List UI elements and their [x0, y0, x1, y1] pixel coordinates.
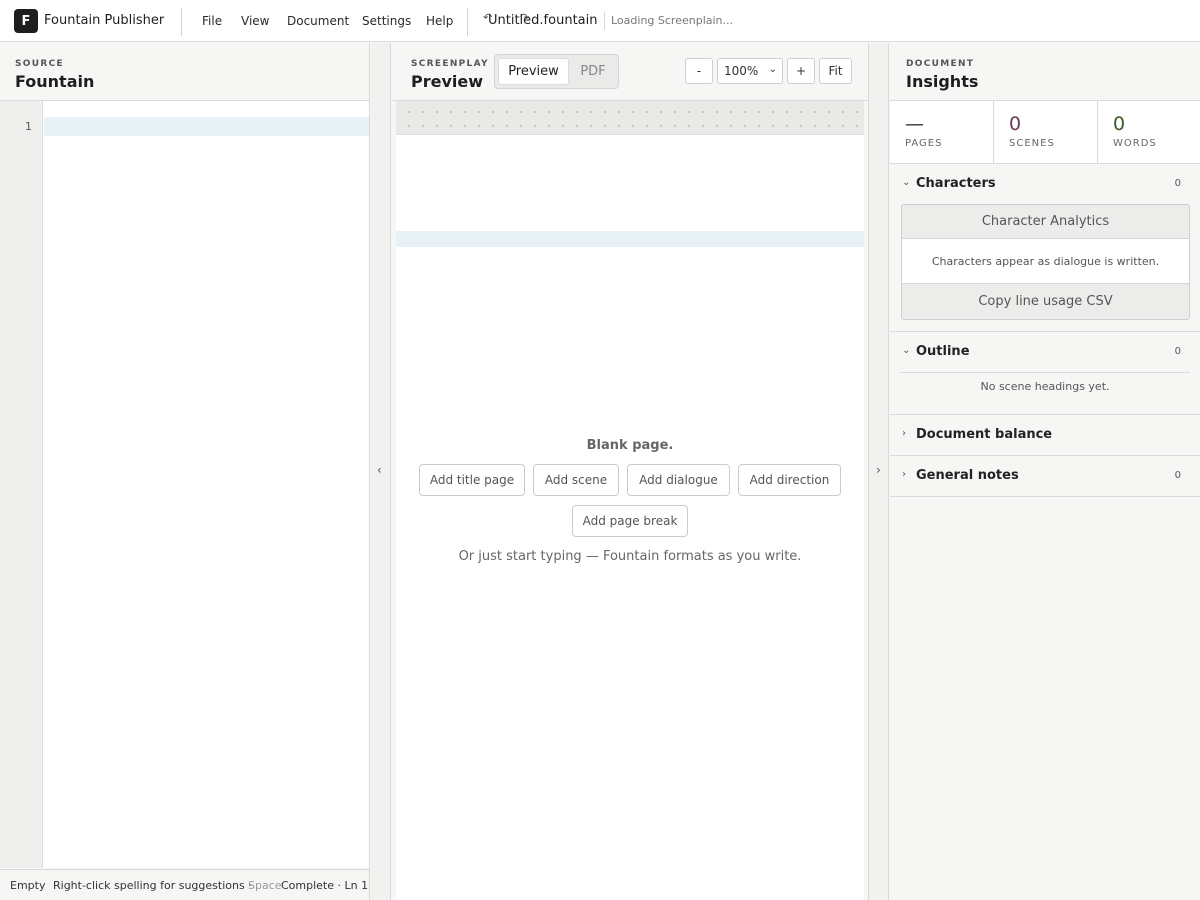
tab-preview[interactable]: Preview — [498, 58, 569, 85]
zoom-out-button[interactable]: - — [685, 58, 713, 84]
general-notes-title: General notes — [916, 468, 1019, 483]
stat-words-value: 0 — [1113, 113, 1126, 135]
fountain-editor[interactable]: 1 — [0, 101, 369, 868]
add-direction-button[interactable]: Add direction — [738, 464, 841, 496]
zoom-value: 100% — [724, 64, 759, 78]
insights-panel: DOCUMENT Insights — PAGES 0 SCENES 0 WOR… — [890, 43, 1200, 900]
section-divider — [890, 496, 1200, 497]
stat-pages-label: PAGES — [905, 138, 943, 149]
zoom-select[interactable]: 100% ⌄ — [717, 58, 783, 84]
menu-divider — [181, 8, 182, 36]
menu-divider — [467, 8, 468, 36]
top-menu-bar: F Fountain Publisher File View Document … — [0, 0, 1200, 42]
menu-view[interactable]: View — [241, 14, 269, 28]
document-balance-title: Document balance — [916, 427, 1053, 442]
stat-pages: — PAGES — [890, 101, 994, 164]
tab-pdf[interactable]: PDF — [571, 58, 615, 85]
stat-scenes-value: 0 — [1009, 113, 1022, 135]
outline-empty-note: No scene headings yet. — [980, 380, 1110, 393]
outline-divider — [901, 372, 1190, 373]
stat-scenes-label: SCENES — [1009, 138, 1055, 149]
line-gutter: 1 — [0, 101, 43, 868]
menu-settings[interactable]: Settings — [362, 14, 411, 28]
chevron-right-icon: › — [902, 428, 906, 439]
status-action: Complete · Ln 1, Col 1 — [281, 879, 369, 892]
chevron-right-icon: › — [902, 469, 906, 480]
characters-section-toggle[interactable]: ⌄ Characters 0 — [890, 164, 1200, 204]
chevron-right-icon[interactable]: › — [876, 463, 881, 477]
collapse-source-handle[interactable]: ‹ — [371, 43, 391, 900]
chevron-down-icon: ⌄ — [902, 345, 911, 356]
app-logo: F — [14, 9, 38, 33]
preview-panel: SCREENPLAY Preview Preview PDF - 100% ⌄ … — [392, 43, 868, 900]
collapse-insights-handle[interactable]: › — [868, 43, 889, 900]
preview-title: Preview — [411, 72, 484, 91]
general-notes-toggle[interactable]: › General notes 0 — [890, 456, 1200, 496]
fit-button[interactable]: Fit — [819, 58, 852, 84]
preview-mode-toggle: Preview PDF — [494, 54, 619, 89]
outline-count: 0 — [1174, 346, 1181, 357]
outline-section-toggle[interactable]: ⌄ Outline 0 — [890, 332, 1200, 372]
character-analytics-button[interactable]: Character Analytics — [902, 205, 1189, 239]
typing-hint: Or just start typing — Fountain formats … — [458, 549, 802, 564]
document-title[interactable]: Untitled.fountain — [488, 13, 597, 28]
source-title: Fountain — [15, 72, 95, 91]
screenplay-page[interactable]: Blank page. Add title page Add scene Add… — [396, 101, 864, 900]
character-analytics-card: Character Analytics Characters appear as… — [901, 204, 1190, 320]
status-key: Space — [248, 879, 282, 892]
outline-title: Outline — [916, 344, 970, 359]
zoom-in-button[interactable]: + — [787, 58, 815, 84]
characters-count: 0 — [1174, 178, 1181, 189]
characters-title: Characters — [916, 176, 996, 191]
add-page-break-button[interactable]: Add page break — [572, 505, 688, 537]
general-notes-count: 0 — [1174, 470, 1181, 481]
stat-pages-value: — — [905, 113, 924, 135]
copy-line-usage-csv-button[interactable]: Copy line usage CSV — [902, 283, 1189, 319]
status-tip: Right-click spelling for suggestions · — [53, 879, 252, 892]
app-name: Fountain Publisher — [44, 13, 165, 28]
characters-note: Characters appear as dialogue is written… — [931, 254, 1160, 268]
source-panel: SOURCE Fountain 1 Empty Right-click spel… — [0, 43, 370, 900]
source-eyebrow: SOURCE — [15, 59, 64, 69]
stat-words: 0 WORDS — [1097, 101, 1200, 164]
add-scene-button[interactable]: Add scene — [533, 464, 619, 496]
menu-file[interactable]: File — [202, 14, 222, 28]
preview-eyebrow: SCREENPLAY — [411, 59, 489, 69]
editor-status-bar: Empty Right-click spelling for suggestio… — [0, 869, 369, 900]
line-number: 1 — [25, 120, 32, 133]
blank-page-title: Blank page. — [586, 438, 674, 453]
preview-header: SCREENPLAY Preview Preview PDF - 100% ⌄ … — [392, 43, 868, 101]
loading-status: Loading Screenplain... — [611, 14, 734, 27]
page-ruler — [396, 101, 864, 135]
stat-words-label: WORDS — [1113, 138, 1157, 149]
chevron-left-icon[interactable]: ‹ — [377, 463, 382, 477]
menu-help[interactable]: Help — [426, 14, 453, 28]
stat-scenes: 0 SCENES — [993, 101, 1097, 164]
status-state: Empty — [10, 879, 46, 892]
insights-header: DOCUMENT Insights — [890, 43, 1200, 101]
menu-document[interactable]: Document — [287, 14, 349, 28]
source-header: SOURCE Fountain — [0, 43, 369, 101]
active-line[interactable] — [44, 117, 369, 136]
stats-row: — PAGES 0 SCENES 0 WORDS — [890, 101, 1200, 164]
document-balance-toggle[interactable]: › Document balance — [890, 415, 1200, 455]
preview-active-line — [396, 231, 864, 247]
add-title-page-button[interactable]: Add title page — [419, 464, 525, 496]
insights-eyebrow: DOCUMENT — [906, 59, 975, 69]
chevron-down-icon: ⌄ — [768, 64, 777, 75]
chevron-down-icon: ⌄ — [902, 177, 911, 188]
insights-title: Insights — [906, 72, 979, 91]
status-divider — [604, 12, 605, 30]
add-dialogue-button[interactable]: Add dialogue — [627, 464, 730, 496]
